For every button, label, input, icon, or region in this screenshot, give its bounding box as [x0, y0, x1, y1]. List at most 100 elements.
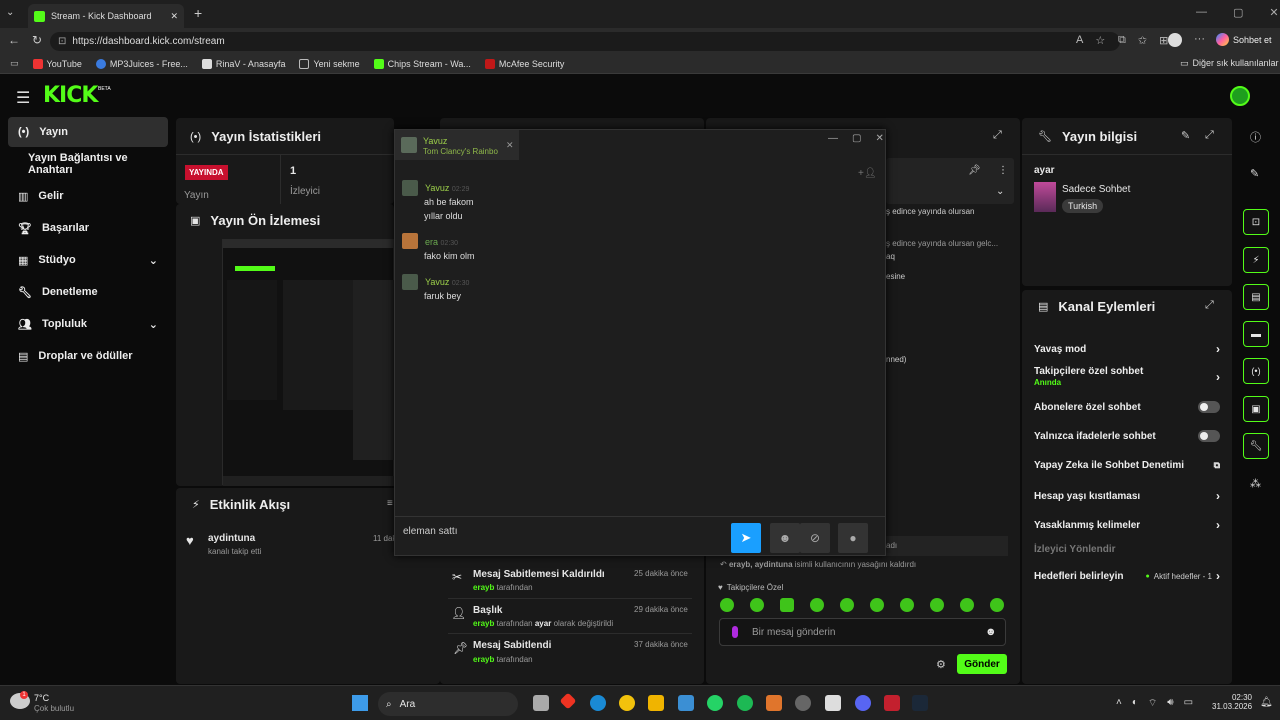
- pencil-icon[interactable]: ✎: [1250, 167, 1259, 180]
- sidebar-item-denetleme[interactable]: 🔧︎ Denetleme: [8, 277, 168, 307]
- screenshot-button[interactable]: ⊡: [1243, 209, 1269, 235]
- sidebar-item-stream-key[interactable]: Yayın Bağlantısı ve Anahtarı: [8, 149, 168, 179]
- new-tab-icon[interactable]: +: [194, 5, 202, 21]
- profile-avatar[interactable]: [1168, 33, 1182, 47]
- other-bookmarks[interactable]: ▭ Diğer sık kullanılanlar: [1180, 58, 1279, 69]
- close-window-icon[interactable]: ✕: [875, 133, 883, 144]
- favorite-star-icon[interactable]: ☆: [1095, 34, 1105, 47]
- close-window-icon[interactable]: ✕: [1269, 6, 1278, 19]
- stream-info-button[interactable]: ▣: [1243, 396, 1269, 422]
- add-widget-icon[interactable]: ⁂: [1250, 477, 1261, 490]
- broadcast-button[interactable]: (•): [1243, 358, 1269, 384]
- back-icon[interactable]: ←: [8, 33, 20, 47]
- edge-icon[interactable]: [590, 695, 606, 711]
- close-tab-icon[interactable]: ✕: [170, 11, 178, 22]
- emote-icon[interactable]: [960, 598, 974, 612]
- stream-preview-video[interactable]: [222, 239, 395, 486]
- kick-logo[interactable]: KICK: [43, 83, 98, 108]
- slow-mode-action[interactable]: Yavaş mod ›: [1034, 342, 1220, 356]
- bookmark-new-tab[interactable]: Yeni sekme: [299, 58, 360, 69]
- bookmark-youtube[interactable]: YouTube: [32, 58, 82, 69]
- more-vertical-icon[interactable]: ⋮: [998, 165, 1008, 176]
- sidebar-item-basarilar[interactable]: 🏆︎ Başarılar: [8, 213, 168, 243]
- steam-icon[interactable]: [912, 695, 928, 711]
- bookmark-mp3juices[interactable]: MP3Juices - Free...: [95, 58, 188, 69]
- app-icon[interactable]: [884, 695, 900, 711]
- sidebar-item-studyo[interactable]: ▦ Stüdyo ⌄: [8, 245, 168, 275]
- whatsapp-icon[interactable]: [707, 695, 723, 711]
- emote-icon[interactable]: [750, 598, 764, 612]
- raid-action[interactable]: İzleyici Yönlendir: [1034, 544, 1220, 555]
- sidebar-item-gelir[interactable]: ▥ Gelir: [8, 181, 168, 211]
- taskbar-search[interactable]: ⌕ Ara: [378, 692, 518, 716]
- activity-button[interactable]: ⚡︎: [1243, 247, 1269, 273]
- network-icon[interactable]: ⌔: [1148, 697, 1157, 710]
- followers-only-action[interactable]: Takipçilere özel sohbet Anında ›: [1034, 366, 1220, 388]
- send-message-button[interactable]: ➤: [731, 523, 761, 553]
- bookmark-rinav[interactable]: RinaV - Anasayfa: [201, 58, 285, 69]
- emote-icon[interactable]: [720, 598, 734, 612]
- bookmark-chips-stream[interactable]: Chips Stream - Wa...: [373, 58, 471, 69]
- task-view-icon[interactable]: [533, 695, 549, 711]
- tab-list-icon[interactable]: ⌄: [6, 7, 20, 21]
- emote-icon[interactable]: [930, 598, 944, 612]
- app-icon[interactable]: [825, 695, 841, 711]
- maximize-icon[interactable]: ▢: [1233, 6, 1243, 19]
- goals-action[interactable]: Hedefleri belirleyin ● Aktif hedefler - 1 ›: [1034, 569, 1220, 583]
- emotes-only-toggle[interactable]: [1198, 430, 1220, 442]
- chevron-down-icon[interactable]: ⌄: [996, 186, 1004, 197]
- refresh-icon[interactable]: ↻: [32, 33, 42, 47]
- notifications-icon[interactable]: 🔔︎: [1260, 697, 1273, 708]
- emoticon-button[interactable]: ☻: [770, 523, 800, 553]
- add-friend-icon[interactable]: +👤︎: [858, 168, 877, 179]
- emote-icon[interactable]: [990, 598, 1004, 612]
- copilot-button[interactable]: Sohbet et: [1216, 33, 1272, 46]
- chat-button[interactable]: ▬: [1243, 321, 1269, 347]
- popout-icon[interactable]: ⤢: [1205, 299, 1214, 312]
- subscribers-only-toggle[interactable]: [1198, 401, 1220, 413]
- user-avatar[interactable]: [1230, 86, 1250, 106]
- extensions-icon[interactable]: ⧉: [1118, 34, 1126, 47]
- close-tab-icon[interactable]: ✕: [506, 140, 514, 151]
- menu-icon[interactable]: ☰: [16, 88, 30, 108]
- account-age-action[interactable]: Hesap yaşı kısıtlaması ›: [1034, 489, 1220, 503]
- subscribers-only-action[interactable]: Abonelere özel sohbet: [1034, 401, 1220, 413]
- emote-icon[interactable]: [810, 598, 824, 612]
- emote-icon[interactable]: [900, 598, 914, 612]
- popout-icon[interactable]: ⤢: [993, 129, 1002, 142]
- ai-moderation-action[interactable]: Yapay Zeka ile Sohbet Denetimi ⧉: [1034, 460, 1220, 471]
- info-icon[interactable]: ⓘ: [1250, 129, 1261, 145]
- log-button[interactable]: ▤: [1243, 284, 1269, 310]
- file-explorer-icon[interactable]: [648, 695, 664, 711]
- banned-words-action[interactable]: Yasaklanmış kelimeler ›: [1034, 518, 1220, 532]
- edit-icon[interactable]: ✎: [1181, 129, 1190, 142]
- attach-button[interactable]: ⊘: [800, 523, 830, 553]
- site-info-icon[interactable]: ⊡: [58, 36, 66, 47]
- app-icon[interactable]: [766, 695, 782, 711]
- pin-icon[interactable]: 📌︎: [968, 165, 981, 176]
- popout-icon[interactable]: ⤢: [1205, 129, 1214, 142]
- address-bar[interactable]: ⊡ https://dashboard.kick.com/stream: [50, 32, 1120, 51]
- read-aloud-icon[interactable]: A: [1076, 34, 1083, 47]
- minimize-icon[interactable]: —: [1196, 6, 1207, 19]
- gear-icon[interactable]: ⚙: [936, 658, 946, 671]
- bookmark-mcafee[interactable]: McAfee Security: [484, 58, 564, 69]
- chat-message-input[interactable]: eleman sattı: [403, 526, 457, 537]
- filter-icon[interactable]: ≡: [387, 498, 393, 509]
- chrome-icon[interactable]: [619, 695, 635, 711]
- app-icon[interactable]: [795, 695, 811, 711]
- collections-icon[interactable]: ⊞: [1159, 34, 1168, 47]
- emote-icon[interactable]: [780, 598, 794, 612]
- voice-button[interactable]: ●: [838, 523, 868, 553]
- browser-tab[interactable]: Stream - Kick Dashboard ✕: [28, 4, 184, 28]
- favorites-icon[interactable]: ✩: [1138, 34, 1147, 47]
- emoji-icon[interactable]: ☻: [985, 626, 997, 638]
- emotes-only-action[interactable]: Yalnızca ifadelerle sohbet: [1034, 430, 1220, 442]
- windows-start-icon[interactable]: [352, 695, 368, 711]
- sidebar-item-droplar[interactable]: ▤ Droplar ve ödüller: [8, 341, 168, 371]
- volume-icon[interactable]: 🔊︎: [1167, 697, 1173, 710]
- reading-list-icon[interactable]: ▭: [10, 58, 19, 69]
- tools-button[interactable]: 🔧︎: [1243, 433, 1269, 459]
- maximize-icon[interactable]: ▢: [852, 133, 861, 144]
- more-options-icon[interactable]: ···: [1194, 33, 1205, 45]
